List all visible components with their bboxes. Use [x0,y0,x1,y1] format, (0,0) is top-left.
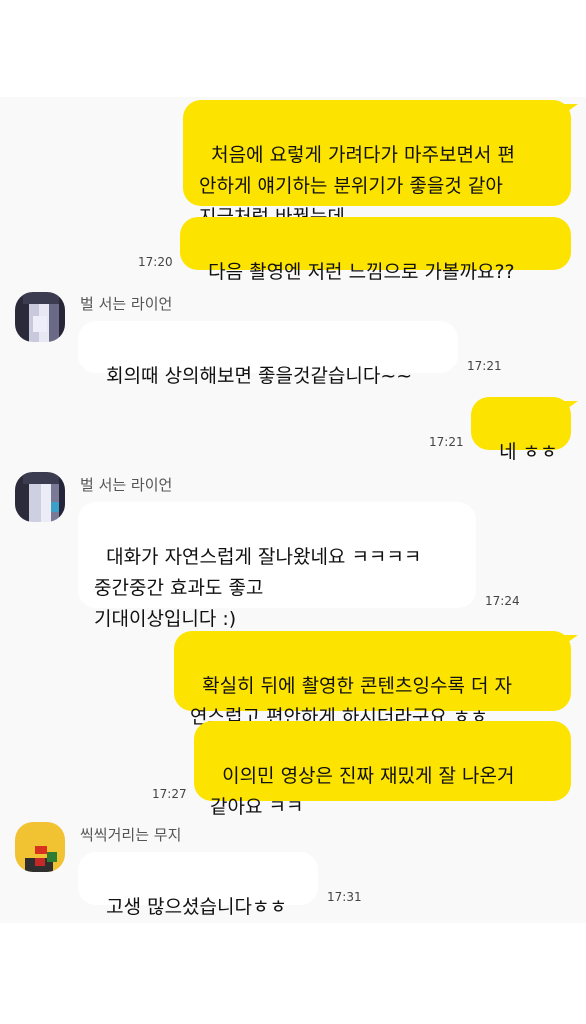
message-timestamp: 17:24 [485,594,520,608]
sender-name: 벌 서는 라이언 [80,295,173,313]
their-message-bubble[interactable]: 회의때 상의해보면 좋을것같습니다~~ [78,321,458,387]
message-timestamp: 17:21 [429,435,464,449]
their-message-bubble[interactable]: 고생 많으셨습니다ㅎㅎ [78,852,318,918]
my-message-bubble[interactable]: 처음에 요렇게 가려다가 마주보면서 편 안하게 얘기하는 분위기가 좋을것 같… [183,100,578,228]
sender-name: 벌 서는 라이언 [80,476,173,494]
message-timestamp: 17:21 [467,359,502,373]
message-text: 회의때 상의해보면 좋을것같습니다~~ [106,365,413,387]
bubble-tail [564,401,578,411]
my-message-bubble[interactable]: 확실히 뒤에 촬영한 콘텐츠잉수록 더 자 연스럽고 편안하게 하시더라구요 ㅎ… [174,631,578,728]
message-text: 고생 많으셨습니다ㅎㅎ [106,896,287,918]
message-timestamp: 17:20 [138,255,173,269]
bubble-tail [564,635,578,645]
bubble-tail [564,104,578,114]
avatar[interactable] [15,822,65,872]
my-message-bubble[interactable]: 네 ㅎㅎ [471,397,578,463]
my-message-bubble[interactable]: 다음 촬영엔 저런 느낌으로 가볼까요?? [180,217,571,283]
their-message-bubble[interactable]: 대화가 자연스럽게 잘나왔네요 ㅋㅋㅋㅋ 중간중간 효과도 좋고 기대이상입니다… [78,502,476,630]
sender-name: 씩씩거리는 무지 [80,826,182,844]
message-timestamp: 17:31 [327,890,362,904]
avatar[interactable] [15,472,65,522]
avatar[interactable] [15,292,65,342]
message-text: 네 ㅎㅎ [499,441,558,463]
message-text: 다음 촬영엔 저런 느낌으로 가볼까요?? [208,261,515,283]
my-message-bubble[interactable]: 이의민 영상은 진짜 재밌게 잘 나온거 같아요 ㅋㅋ [194,721,571,818]
message-timestamp: 17:27 [152,787,187,801]
